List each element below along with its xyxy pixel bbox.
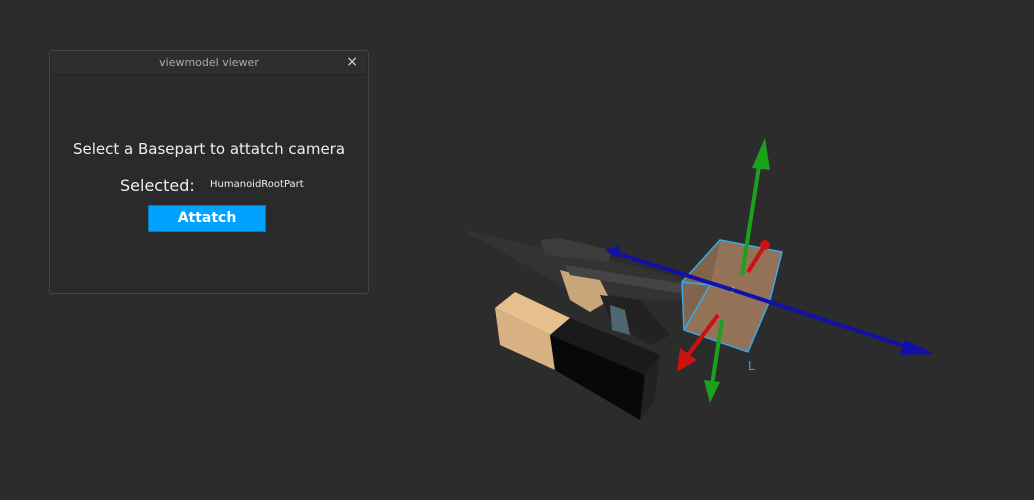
instruction-text: Select a Basepart to attatch camera: [72, 140, 346, 158]
title-bar[interactable]: viewmodel viewer ×: [52, 52, 366, 75]
selected-value: HumanoidRootPart: [210, 179, 304, 190]
window-title: viewmodel viewer: [159, 56, 259, 69]
selected-part[interactable]: [681, 239, 783, 353]
selected-label: Selected:: [120, 176, 195, 195]
viewmodel-viewer-window: viewmodel viewer × Select a Basepart to …: [49, 50, 369, 294]
part-label: L: [748, 359, 755, 373]
close-icon[interactable]: ×: [346, 54, 358, 70]
attach-button[interactable]: Attatch: [148, 205, 266, 232]
